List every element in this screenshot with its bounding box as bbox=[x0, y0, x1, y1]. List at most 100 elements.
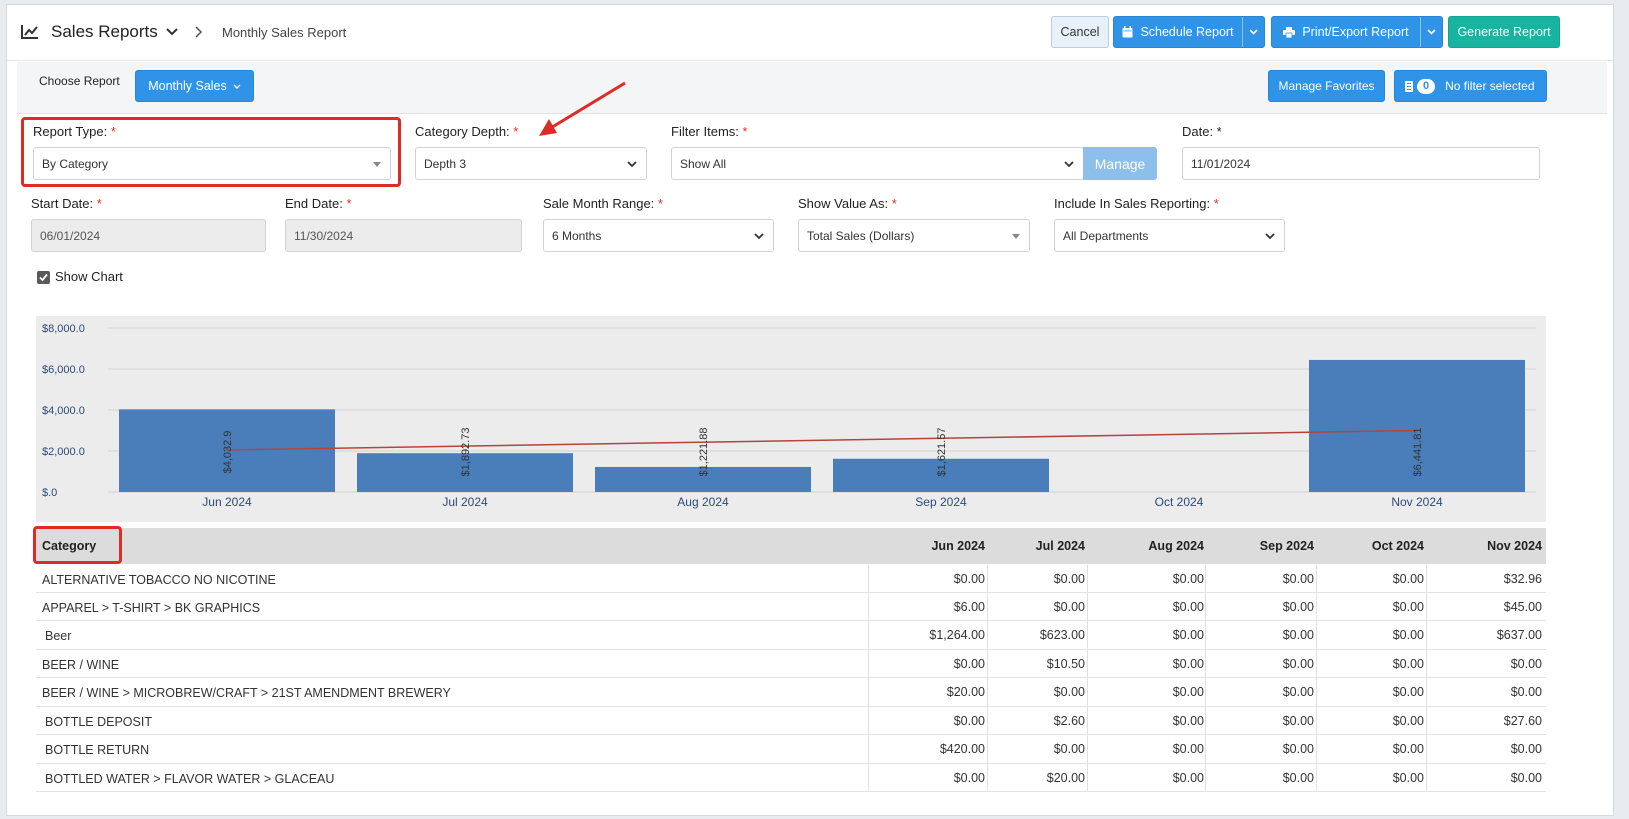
month-column-header[interactable]: Nov 2024 bbox=[1487, 539, 1542, 553]
month-column-header[interactable]: Jul 2024 bbox=[1036, 539, 1085, 553]
value-cell: $0.00 bbox=[1510, 742, 1542, 756]
column-divider bbox=[868, 593, 869, 620]
generate-report-button[interactable]: Generate Report bbox=[1448, 16, 1560, 48]
manage-favorites-button[interactable]: Manage Favorites bbox=[1268, 70, 1385, 102]
category-cell: BOTTLED WATER > FLAVOR WATER > GLACEAU bbox=[45, 772, 335, 786]
filter-count-badge: 0 bbox=[1417, 78, 1436, 94]
include-reporting-label: Include In Sales Reporting: * bbox=[1054, 196, 1219, 211]
column-divider bbox=[868, 735, 869, 763]
show-chart-checkbox[interactable] bbox=[37, 271, 50, 284]
manage-filter-label: Manage bbox=[1094, 155, 1146, 172]
value-cell: $0.00 bbox=[1282, 628, 1314, 642]
table-row: BOTTLE RETURN $420.00 $0.00 $0.00 $0.00 $0.00… bbox=[36, 735, 1546, 764]
sale-month-range-label: Sale Month Range: * bbox=[543, 196, 663, 211]
sale-month-range-select[interactable]: 6 Months bbox=[543, 219, 774, 252]
sale-month-range-value: 6 Months bbox=[552, 228, 602, 243]
print-export-button[interactable]: Print/Export Report bbox=[1271, 16, 1443, 48]
column-divider bbox=[868, 764, 869, 791]
include-reporting-select[interactable]: All Departments bbox=[1054, 219, 1285, 252]
column-divider bbox=[1205, 650, 1206, 677]
y-tick-label: $.0 bbox=[42, 487, 57, 499]
month-column-header[interactable]: Jun 2024 bbox=[931, 539, 985, 553]
show-value-as-label-text: Show Value As: bbox=[798, 196, 889, 211]
required-mark: * bbox=[657, 196, 663, 211]
column-divider bbox=[1087, 565, 1088, 592]
chevron-down-icon bbox=[233, 84, 241, 89]
column-divider bbox=[1205, 621, 1206, 649]
start-date-label: Start Date: * bbox=[31, 196, 102, 211]
filter-list-icon bbox=[1405, 80, 1413, 92]
month-column-header[interactable]: Sep 2024 bbox=[1260, 539, 1314, 553]
column-divider bbox=[987, 650, 988, 677]
column-divider bbox=[987, 621, 988, 649]
value-cell: $0.00 bbox=[1392, 714, 1424, 728]
manage-filter-button[interactable]: Manage bbox=[1083, 147, 1157, 180]
trend-line bbox=[226, 429, 1418, 451]
value-cell: $0.00 bbox=[953, 714, 985, 728]
include-reporting-value: All Departments bbox=[1063, 228, 1149, 243]
bar-data-label: $1,892.73 bbox=[460, 428, 472, 477]
column-divider bbox=[1316, 621, 1317, 649]
required-mark: * bbox=[891, 196, 897, 211]
value-cell: $0.00 bbox=[1172, 685, 1204, 699]
show-value-as-value: Total Sales (Dollars) bbox=[807, 228, 915, 243]
chevron-down-icon bbox=[1265, 233, 1275, 240]
date-input[interactable]: 11/01/2024 bbox=[1182, 147, 1540, 180]
y-tick-label: $6,000.0 bbox=[42, 364, 85, 376]
value-cell: $0.00 bbox=[1053, 600, 1085, 614]
report-select-button[interactable]: Monthly Sales bbox=[135, 70, 254, 102]
show-value-as-select[interactable]: Total Sales (Dollars) bbox=[798, 219, 1030, 252]
date-value: 11/01/2024 bbox=[1191, 156, 1251, 171]
column-divider bbox=[1087, 764, 1088, 791]
value-cell: $0.00 bbox=[1392, 572, 1424, 586]
category-depth-select[interactable]: Depth 3 bbox=[415, 147, 647, 180]
column-divider bbox=[987, 593, 988, 620]
category-cell: BOTTLE DEPOSIT bbox=[45, 715, 152, 729]
column-divider bbox=[1316, 593, 1317, 620]
value-cell: $0.00 bbox=[1172, 771, 1204, 785]
column-divider bbox=[868, 678, 869, 706]
schedule-report-button[interactable]: Schedule Report bbox=[1113, 16, 1265, 48]
value-cell: $0.00 bbox=[953, 657, 985, 671]
column-divider bbox=[1316, 678, 1317, 706]
chevron-down-icon bbox=[1064, 161, 1074, 168]
end-date-label: End Date: * bbox=[285, 196, 352, 211]
value-cell: $27.60 bbox=[1503, 714, 1542, 728]
bar-data-label: $4,032.9 bbox=[222, 431, 234, 474]
value-cell: $0.00 bbox=[1172, 657, 1204, 671]
app-title[interactable]: Sales Reports bbox=[51, 22, 158, 42]
category-cell: APPAREL > T-SHIRT > BK GRAPHICS bbox=[42, 601, 261, 615]
chevron-down-icon[interactable] bbox=[165, 25, 179, 39]
column-divider bbox=[1205, 678, 1206, 706]
y-tick-label: $2,000.0 bbox=[42, 446, 85, 458]
column-divider bbox=[987, 735, 988, 763]
cancel-button[interactable]: Cancel bbox=[1051, 16, 1109, 48]
schedule-dropdown-toggle[interactable] bbox=[1242, 17, 1264, 47]
value-cell: $1,264.00 bbox=[929, 628, 985, 642]
column-divider bbox=[987, 707, 988, 734]
filter-status-button[interactable]: 0 No filter selected bbox=[1394, 70, 1547, 102]
month-column-header[interactable]: Aug 2024 bbox=[1148, 539, 1204, 553]
column-divider bbox=[1087, 678, 1088, 706]
column-divider bbox=[1426, 621, 1427, 649]
table-row: BOTTLED WATER > FLAVOR WATER > GLACEAU $0… bbox=[36, 764, 1546, 792]
app-frame: Sales Reports Monthly Sales Report Cance… bbox=[6, 4, 1614, 816]
table-row: APPAREL > T-SHIRT > BK GRAPHICS $6.00 $0.0… bbox=[36, 593, 1546, 621]
column-divider bbox=[1316, 735, 1317, 763]
choose-report-label: Choose Report bbox=[39, 74, 120, 88]
category-cell: BOTTLE RETURN bbox=[45, 743, 150, 757]
print-dropdown-toggle[interactable] bbox=[1420, 17, 1442, 47]
line-chart-icon bbox=[21, 25, 38, 39]
table-row: BEER / WINE $0.00 $10.50 $0.00 $0.00 $0.00 $0.… bbox=[36, 650, 1546, 678]
category-header-highlight-box bbox=[33, 526, 122, 564]
month-column-header[interactable]: Oct 2024 bbox=[1372, 539, 1424, 553]
filter-items-label-text: Filter Items: bbox=[671, 124, 739, 139]
filter-items-select[interactable]: Show All bbox=[671, 147, 1084, 180]
column-divider bbox=[1426, 764, 1427, 791]
column-divider bbox=[1426, 650, 1427, 677]
column-divider bbox=[1205, 764, 1206, 791]
value-cell: $0.00 bbox=[1510, 685, 1542, 699]
column-divider bbox=[868, 650, 869, 677]
value-cell: $0.00 bbox=[1172, 742, 1204, 756]
x-tick-label: Jul 2024 bbox=[442, 495, 488, 509]
